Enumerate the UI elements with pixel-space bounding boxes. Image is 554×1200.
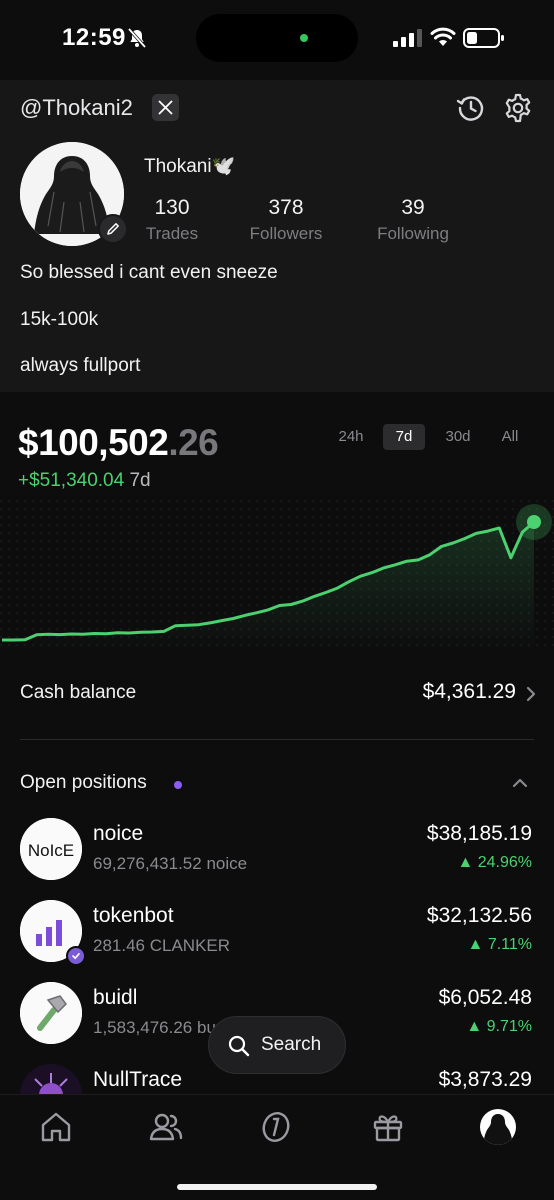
stat-label: Followers	[249, 224, 323, 243]
wifi-icon	[430, 27, 456, 46]
position-value: $38,185.19	[426, 822, 532, 845]
status-bar: 12:59	[0, 0, 554, 80]
portfolio-change-period: 7d	[129, 470, 151, 491]
search-icon	[228, 1035, 250, 1057]
stat-trades[interactable]: 130 Trades	[138, 196, 206, 244]
dynamic-island	[196, 14, 358, 62]
camera-indicator-dot	[300, 34, 308, 42]
profile-tab-avatar[interactable]	[480, 1109, 516, 1145]
range-7d[interactable]: 7d	[383, 424, 425, 450]
stat-label: Trades	[145, 224, 199, 243]
people-icon[interactable]	[148, 1109, 184, 1145]
portfolio-value: $100,502.26	[18, 422, 219, 464]
position-name: tokenbot	[93, 904, 174, 927]
position-name: buidl	[93, 986, 138, 1009]
home-icon[interactable]	[38, 1109, 74, 1145]
pencil-icon	[107, 223, 119, 235]
positions-indicator-dot	[174, 781, 182, 789]
hammer-logo-image	[20, 982, 82, 1044]
status-time: 12:59	[62, 24, 126, 51]
open-positions-title[interactable]: Open positions	[20, 772, 147, 794]
portfolio-line-chart[interactable]	[0, 500, 554, 650]
bio-line: So blessed i cant even sneeze	[20, 262, 278, 283]
cash-balance-row[interactable]: Cash balance $4,361.29	[20, 680, 538, 710]
cash-balance-label: Cash balance	[20, 682, 137, 703]
portfolio-change: +$51,340.04 7d	[18, 470, 151, 492]
position-change: ▲ 24.96%	[457, 854, 532, 871]
x-link-button[interactable]	[152, 94, 179, 121]
stat-value: 39	[401, 196, 425, 219]
position-row-tokenbot[interactable]: tokenbot 281.46 CLANKER $32,132.56 ▲ 7.1…	[0, 900, 554, 970]
noice-logo-icon: NoIcE	[20, 818, 82, 880]
chevron-right-icon	[526, 686, 536, 702]
portfolio-value-main: $100,502	[18, 422, 169, 463]
stat-following[interactable]: 39 Following	[366, 196, 460, 244]
position-name: noice	[93, 822, 144, 845]
position-value: $3,873.29	[438, 1068, 532, 1091]
search-label: Search	[261, 1034, 322, 1055]
position-value: $6,052.48	[438, 986, 532, 1009]
profile-handle: @Thokani2	[20, 95, 133, 120]
checkmark-icon	[72, 953, 80, 960]
position-value: $32,132.56	[426, 904, 532, 927]
home-indicator	[177, 1184, 377, 1190]
portfolio-value-cents: .26	[168, 422, 219, 463]
battery-icon	[463, 28, 504, 48]
gear-icon[interactable]	[502, 92, 534, 124]
range-selector: 24h 7d 30d All	[326, 424, 536, 450]
divider	[20, 739, 534, 740]
history-icon[interactable]	[455, 92, 487, 124]
bio-line: always fullport	[20, 355, 141, 376]
profile-display-name: Thokani🕊️	[144, 156, 236, 177]
muted-bell-icon	[127, 27, 147, 49]
chevron-up-icon[interactable]	[510, 776, 530, 790]
stat-value: 378	[268, 196, 304, 219]
position-amount: 1,583,476.26 bu	[93, 1018, 216, 1037]
hammer-icon	[20, 982, 82, 1044]
stat-followers[interactable]: 378 Followers	[240, 196, 332, 244]
range-30d[interactable]: 30d	[434, 424, 482, 450]
position-change: ▲ 7.11%	[467, 936, 532, 953]
position-amount: 281.46 CLANKER	[93, 936, 231, 955]
noice-logo-image: NoIcE	[20, 818, 82, 880]
cellular-signal-icon	[393, 29, 422, 47]
coin-icon[interactable]	[258, 1109, 294, 1145]
x-logo-icon	[158, 100, 173, 115]
position-row-noice[interactable]: NoIcE noice 69,276,431.52 noice $38,185.…	[0, 818, 554, 888]
range-24h[interactable]: 24h	[326, 424, 376, 450]
portfolio-change-amount: +$51,340.04	[18, 470, 125, 491]
stat-label: Following	[377, 224, 449, 243]
range-all[interactable]: All	[490, 424, 530, 450]
position-name: NullTrace	[93, 1068, 183, 1091]
edit-avatar-button[interactable]	[98, 214, 128, 244]
cash-balance-value: $4,361.29	[422, 680, 516, 703]
search-button[interactable]: Search	[208, 1016, 346, 1074]
stat-value: 130	[154, 196, 190, 219]
profile-section: @Thokani2 Thokani🕊️ 130 Trades 378 Follo…	[0, 80, 554, 392]
bio-line: 15k-100k	[20, 309, 99, 330]
position-amount: 69,276,431.52 noice	[93, 854, 248, 873]
position-change: ▲ 9.71%	[466, 1018, 532, 1035]
chart-current-point	[527, 515, 541, 529]
avatar-silhouette-image	[483, 1114, 513, 1145]
gift-icon[interactable]	[370, 1109, 406, 1145]
noice-logo-text: NoIcE	[28, 841, 74, 860]
verified-badge-icon	[66, 946, 86, 966]
